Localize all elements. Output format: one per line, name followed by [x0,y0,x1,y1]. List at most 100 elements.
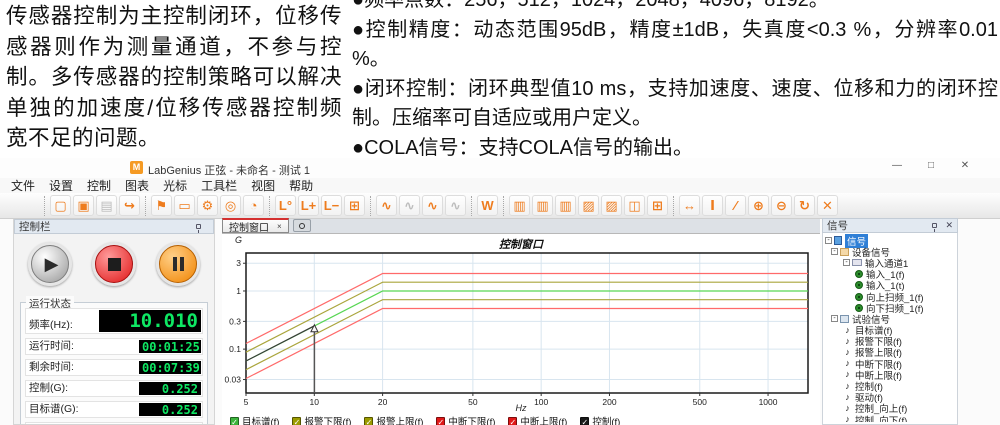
signal-panel: 信号 ✕ -信号-设备信号-输入通道1输入_1(f)输入_1(t)向上扫频_1(… [822,219,958,425]
signal-panel-header: 信号 ✕ [822,218,958,233]
menu-item-帮助[interactable]: 帮助 [282,177,320,194]
close-panel-icon[interactable]: ✕ [945,220,953,231]
tab-label: 控制窗口 [229,219,269,234]
export-icon[interactable]: ↪ [119,195,140,216]
control-bar-panel: 控制栏 ▶ 运行状态 频率(Hz):10.010运行时间:00:01:25剩余时… [13,219,215,425]
restore-button[interactable]: □ [924,160,938,171]
report-icon[interactable]: ⚑ [151,195,172,216]
status-row: 控制(G):0.252 [25,380,203,397]
tab-control-window[interactable]: 控制窗口 × [222,218,289,233]
legend-checkbox[interactable]: ✓ [230,417,239,425]
new-file-icon[interactable]: ▢ [50,195,71,216]
lcd-value: 00:01:25 [139,340,201,353]
legend-checkbox[interactable]: ✓ [364,417,373,425]
device-icon [840,248,849,256]
panel-icon[interactable]: ▭ [174,195,195,216]
menu-item-控制[interactable]: 控制 [80,177,118,194]
y-tick-label: 1 [236,286,241,296]
tree-item[interactable]: ♪控制(f) [825,380,957,391]
pin-icon[interactable] [932,223,937,228]
page: 传感器控制为主控制闭环，位移传感器则作为测量通道，不参与控制。多传感器的控制策略… [0,0,1000,425]
status-row: 剩余时间:00:07:39 [25,359,203,376]
tab-close-icon[interactable]: × [277,222,282,231]
waveform-icon-3[interactable]: ∿ [422,195,443,216]
note-icon: ♪ [843,337,852,346]
play-button[interactable]: ▶ [31,245,69,283]
screenshot-camera-icon[interactable] [293,219,311,232]
graph-mixed-icon-2[interactable]: ▨ [601,195,622,216]
minimize-button[interactable]: — [890,160,904,171]
menu-item-视图[interactable]: 视图 [244,177,282,194]
word-report-icon[interactable]: W [477,195,498,216]
graph-bars-icon-2[interactable]: ▥ [532,195,553,216]
settings-gear-icon[interactable]: ⚙ [197,195,218,216]
menu-item-文件[interactable]: 文件 [4,177,42,194]
menu-item-工具栏[interactable]: 工具栏 [194,177,244,194]
level-start-icon[interactable]: L° [275,195,296,216]
dot-icon [855,281,863,289]
layout-grid-icon[interactable]: ⊞ [647,195,668,216]
tree-item[interactable]: ♪控制_向下(f) [825,414,957,422]
pause-button[interactable] [159,245,197,283]
tree-item[interactable]: 向下扫频_1(f) [825,302,957,313]
tree-expander-icon[interactable]: - [831,248,838,255]
play-icon: ▶ [45,254,59,275]
dot-icon [855,304,863,312]
menu-item-设置[interactable]: 设置 [42,177,80,194]
y-tick-label: 0.3 [229,316,241,326]
menu-item-光标[interactable]: 光标 [156,177,194,194]
signal-root-icon [834,236,842,245]
legend-item[interactable]: ✓控制(f) [580,414,620,425]
zoom-in-icon[interactable]: ⊕ [748,195,769,216]
cursor-marker [311,325,318,332]
spec-bullet: ●闭环控制：闭环典型值10 ms，支持加速度、速度、位移和力的闭环控制。压缩率可… [352,75,998,134]
level-down-icon[interactable]: L− [321,195,342,216]
spec-bullet: ●频率点数：256，512，1024，2048，4096，8192。 [352,0,998,16]
lcd-value: 00:07:39 [139,361,201,374]
tree-item[interactable]: ♪中断上限(f) [825,369,957,380]
legend-item[interactable]: ✓报警下限(f) [292,414,351,425]
clear-icon[interactable]: ✕ [817,195,838,216]
legend-item[interactable]: ✓中断上限(f) [508,414,567,425]
field-label: 目标谱(G): [29,401,79,416]
waveform-icon-1[interactable]: ∿ [376,195,397,216]
level-up-icon[interactable]: L+ [298,195,319,216]
toolbar-separator [145,196,146,216]
refresh-icon[interactable]: ↻ [794,195,815,216]
menu-item-图表[interactable]: 图表 [118,177,156,194]
legend-item[interactable]: ✓中断下限(f) [436,414,495,425]
cursor-horizontal-icon[interactable]: ↔ [679,195,700,216]
toolbar-separator [269,196,270,216]
tree-expander-icon[interactable]: - [831,315,838,322]
close-button[interactable]: ✕ [958,160,972,171]
graph-mixed-icon-1[interactable]: ▨ [578,195,599,216]
tree-root-item[interactable]: -信号 [825,235,957,246]
note-icon: ♪ [843,370,852,379]
save-icon[interactable]: ▣ [73,195,94,216]
cursor-slope-icon[interactable]: ∕ [725,195,746,216]
toolbar-separator [44,196,45,216]
legend-checkbox[interactable]: ✓ [508,417,517,425]
cursor-vertical-icon[interactable]: Ⅰ [702,195,723,216]
copy-window-icon[interactable]: ⊞ [344,195,365,216]
tree-expander-icon[interactable]: - [825,237,832,244]
legend-item[interactable]: ✓目标谱(f) [230,414,279,425]
graph-bars-icon-3[interactable]: ▥ [555,195,576,216]
schedule-clock-icon[interactable]: ◔ [243,195,264,216]
layout-cascade-icon[interactable]: ◫ [624,195,645,216]
chart-plot[interactable]: 51020501002005001000310.30.10.03 [222,244,820,412]
pin-icon[interactable] [196,224,201,229]
stop-icon [108,258,121,271]
waveform-icon-2: ∿ [399,195,420,216]
legend-item[interactable]: ✓报警上限(f) [364,414,423,425]
legend-checkbox[interactable]: ✓ [292,417,301,425]
toolbar-separator [503,196,504,216]
tree-expander-icon[interactable]: - [843,259,850,266]
legend-checkbox[interactable]: ✓ [580,417,589,425]
graph-bars-icon-1[interactable]: ▥ [509,195,530,216]
control-loop-icon[interactable]: ◎ [220,195,241,216]
stop-button[interactable] [95,245,133,283]
legend-checkbox[interactable]: ✓ [436,417,445,425]
zoom-out-icon[interactable]: ⊖ [771,195,792,216]
toolbar-separator [673,196,674,216]
